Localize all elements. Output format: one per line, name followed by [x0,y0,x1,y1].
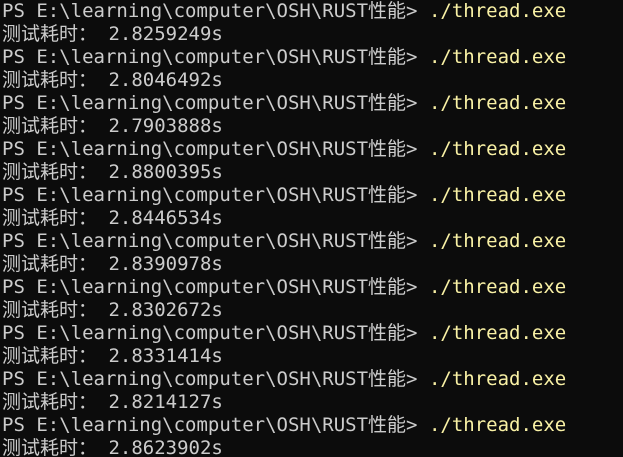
prompt-text: PS E:\learning\computer\OSH\RUST性能> [2,368,429,390]
prompt-text: PS E:\learning\computer\OSH\RUST性能> [2,92,429,114]
prompt-text: PS E:\learning\computer\OSH\RUST性能> [2,230,429,252]
output-line: 测试耗时： 2.8331414s [2,345,623,368]
output-label: 测试耗时： [2,437,109,457]
prompt-text: PS E:\learning\computer\OSH\RUST性能> [2,0,429,22]
prompt-text: PS E:\learning\computer\OSH\RUST性能> [2,46,429,68]
output-line: 测试耗时： 2.8046492s [2,69,623,92]
output-line: 测试耗时： 2.7903888s [2,115,623,138]
elapsed-time: 2.8623902s [108,437,223,457]
prompt-line: PS E:\learning\computer\OSH\RUST性能> ./th… [2,322,623,345]
prompt-line: PS E:\learning\computer\OSH\RUST性能> ./th… [2,184,623,207]
terminal-window[interactable]: PS E:\learning\computer\OSH\RUST性能> ./th… [0,0,623,457]
elapsed-time: 2.8046492s [108,69,223,91]
elapsed-time: 2.8214127s [108,391,223,413]
output-line: 测试耗时： 2.8800395s [2,161,623,184]
output-line: 测试耗时： 2.8446534s [2,207,623,230]
command-text: ./thread.exe [428,46,567,68]
prompt-line: PS E:\learning\computer\OSH\RUST性能> ./th… [2,368,623,391]
output-label: 测试耗时： [2,345,109,367]
prompt-line: PS E:\learning\computer\OSH\RUST性能> ./th… [2,414,623,437]
elapsed-time: 2.8390978s [108,253,223,275]
command-text: ./thread.exe [428,414,567,436]
elapsed-time: 2.8800395s [108,161,223,183]
command-text: ./thread.exe [428,230,567,252]
output-line: 测试耗时： 2.8302672s [2,299,623,322]
command-text: ./thread.exe [428,92,567,114]
command-text: ./thread.exe [428,184,567,206]
output-line: 测试耗时： 2.8214127s [2,391,623,414]
output-line: 测试耗时： 2.8259249s [2,23,623,46]
elapsed-time: 2.8259249s [108,23,223,45]
command-text: ./thread.exe [428,322,567,344]
prompt-text: PS E:\learning\computer\OSH\RUST性能> [2,184,429,206]
prompt-line: PS E:\learning\computer\OSH\RUST性能> ./th… [2,46,623,69]
elapsed-time: 2.8331414s [108,345,223,367]
prompt-line: PS E:\learning\computer\OSH\RUST性能> ./th… [2,138,623,161]
command-text: ./thread.exe [428,368,567,390]
output-label: 测试耗时： [2,161,109,183]
prompt-text: PS E:\learning\computer\OSH\RUST性能> [2,322,429,344]
elapsed-time: 2.7903888s [108,115,223,137]
output-label: 测试耗时： [2,69,109,91]
command-text: ./thread.exe [428,276,567,298]
output-label: 测试耗时： [2,299,109,321]
elapsed-time: 2.8446534s [108,207,223,229]
prompt-text: PS E:\learning\computer\OSH\RUST性能> [2,138,429,160]
prompt-text: PS E:\learning\computer\OSH\RUST性能> [2,414,429,436]
output-label: 测试耗时： [2,23,109,45]
output-label: 测试耗时： [2,391,109,413]
prompt-line: PS E:\learning\computer\OSH\RUST性能> ./th… [2,0,623,23]
output-label: 测试耗时： [2,207,109,229]
prompt-text: PS E:\learning\computer\OSH\RUST性能> [2,276,429,298]
elapsed-time: 2.8302672s [108,299,223,321]
output-label: 测试耗时： [2,253,109,275]
prompt-line: PS E:\learning\computer\OSH\RUST性能> ./th… [2,276,623,299]
command-text: ./thread.exe [428,0,567,22]
prompt-line: PS E:\learning\computer\OSH\RUST性能> ./th… [2,92,623,115]
output-line: 测试耗时： 2.8623902s [2,437,623,457]
prompt-line: PS E:\learning\computer\OSH\RUST性能> ./th… [2,230,623,253]
output-label: 测试耗时： [2,115,109,137]
output-line: 测试耗时： 2.8390978s [2,253,623,276]
command-text: ./thread.exe [428,138,567,160]
